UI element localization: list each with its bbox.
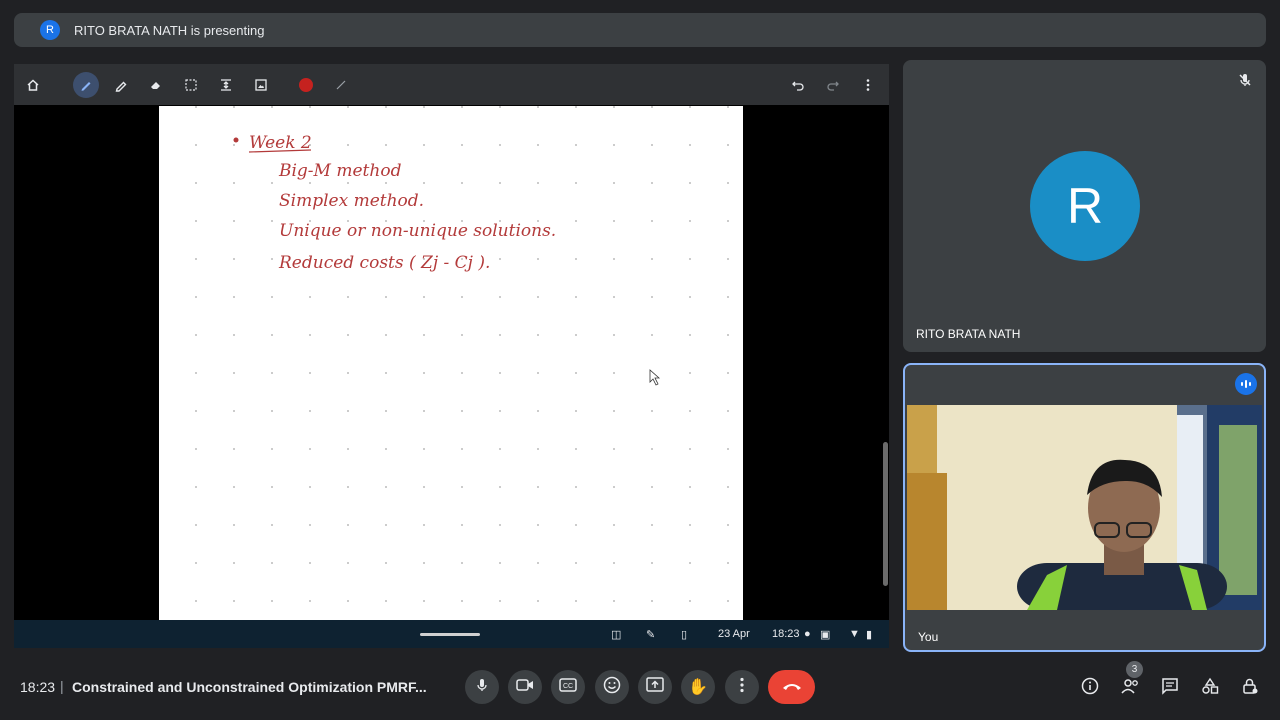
device-date: 23 Apr [718, 628, 750, 640]
separator: | [60, 678, 64, 694]
whiteboard-canvas[interactable]: Week 2 Big-M method Simplex method. Uniq… [159, 106, 743, 620]
emoji-icon [603, 676, 621, 699]
leave-call-button[interactable] [768, 670, 815, 704]
presentation-area: Week 2 Big-M method Simplex method. Uniq… [14, 64, 889, 648]
hand-icon: ✋ [688, 679, 708, 696]
undo-icon[interactable] [785, 72, 811, 98]
present-screen-icon [646, 676, 664, 698]
eraser-tool-icon[interactable] [143, 72, 169, 98]
meeting-details-button[interactable] [1076, 674, 1104, 702]
people-icon [1120, 678, 1140, 699]
device-time: 18:23 [772, 628, 800, 640]
captions-icon: CC [559, 677, 577, 697]
stroke-width-icon[interactable] [328, 72, 354, 98]
handwritten-notes: Week 2 Big-M method Simplex method. Uniq… [233, 133, 661, 386]
stylus-icon[interactable]: ✎ [646, 628, 655, 641]
info-icon [1081, 677, 1099, 700]
activities-icon [1201, 677, 1219, 700]
presenter-avatar: R [40, 20, 60, 40]
more-options-icon[interactable] [855, 72, 881, 98]
presenting-text: RITO BRATA NATH is presenting [74, 22, 265, 38]
lock-person-icon [1241, 677, 1259, 700]
reactions-button[interactable] [595, 670, 629, 704]
note-line-4: Reduced costs ( Zj - Cj ). [278, 253, 490, 273]
more-vert-icon [739, 677, 745, 698]
insert-space-icon[interactable] [213, 72, 239, 98]
participant-count-badge: 3 [1126, 661, 1143, 678]
scrollbar[interactable] [883, 442, 888, 586]
end-call-icon [781, 678, 803, 696]
wifi-icon: ▼ [849, 628, 860, 640]
marker-tool-icon[interactable] [108, 72, 134, 98]
people-button[interactable]: 3 [1116, 661, 1144, 702]
screenshot-status-icon: ▣ [820, 629, 831, 641]
svg-text:CC: CC [563, 683, 573, 690]
chat-icon [1161, 677, 1179, 700]
pen-tool-icon[interactable] [73, 72, 99, 98]
whiteboard-toolbar [14, 64, 889, 105]
host-controls-button[interactable] [1236, 674, 1264, 702]
redo-icon[interactable] [820, 72, 846, 98]
chat-button[interactable] [1156, 674, 1184, 702]
microphone-icon [474, 677, 490, 698]
mic-off-icon [1237, 72, 1253, 93]
participant-tile-self[interactable]: You [903, 363, 1266, 652]
participant-name: You [918, 630, 939, 644]
participant-tile-presenter[interactable]: R RITO BRATA NATH [903, 60, 1266, 352]
phone-icon[interactable]: ▯ [681, 628, 687, 641]
note-line-1: Big-M method [278, 161, 402, 181]
self-video-feed [907, 405, 1262, 610]
bullet-point [233, 137, 239, 143]
captions-button[interactable]: CC [551, 670, 585, 704]
microphone-button[interactable] [465, 670, 499, 704]
home-icon[interactable] [20, 72, 46, 98]
more-options-button[interactable] [725, 670, 759, 704]
participant-name: RITO BRATA NATH [916, 327, 1021, 341]
activities-button[interactable] [1196, 674, 1224, 702]
battery-icon: ▮ [866, 629, 873, 641]
select-tool-icon[interactable] [178, 72, 204, 98]
present-button[interactable] [638, 670, 672, 704]
presenting-banner: R RITO BRATA NATH is presenting [14, 13, 1266, 47]
meeting-control-bar: 18:23 | Constrained and Unconstrained Op… [0, 660, 1280, 720]
participant-avatar: R [1030, 151, 1140, 261]
image-icon[interactable] [248, 72, 274, 98]
home-gesture-pill[interactable] [420, 633, 480, 636]
camera-button[interactable] [508, 670, 542, 704]
settings-status-icon: ● [804, 628, 811, 640]
meeting-title: Constrained and Unconstrained Optimizati… [72, 679, 427, 695]
meeting-time: 18:23 [20, 679, 56, 695]
device-navigation-bar: ◫ ✎ ▯ 23 Apr 18:23 ● ▣ ▼ ▮ [14, 620, 889, 648]
recents-icon[interactable]: ◫ [611, 628, 621, 641]
raise-hand-button[interactable]: ✋ [681, 670, 715, 704]
mouse-cursor-icon [649, 369, 661, 386]
note-line-3: Unique or non-unique solutions. [279, 221, 556, 241]
camera-icon [516, 678, 534, 697]
speaking-indicator-icon [1235, 373, 1257, 395]
color-picker-icon[interactable] [293, 72, 319, 98]
note-line-2: Simplex method. [279, 191, 424, 211]
